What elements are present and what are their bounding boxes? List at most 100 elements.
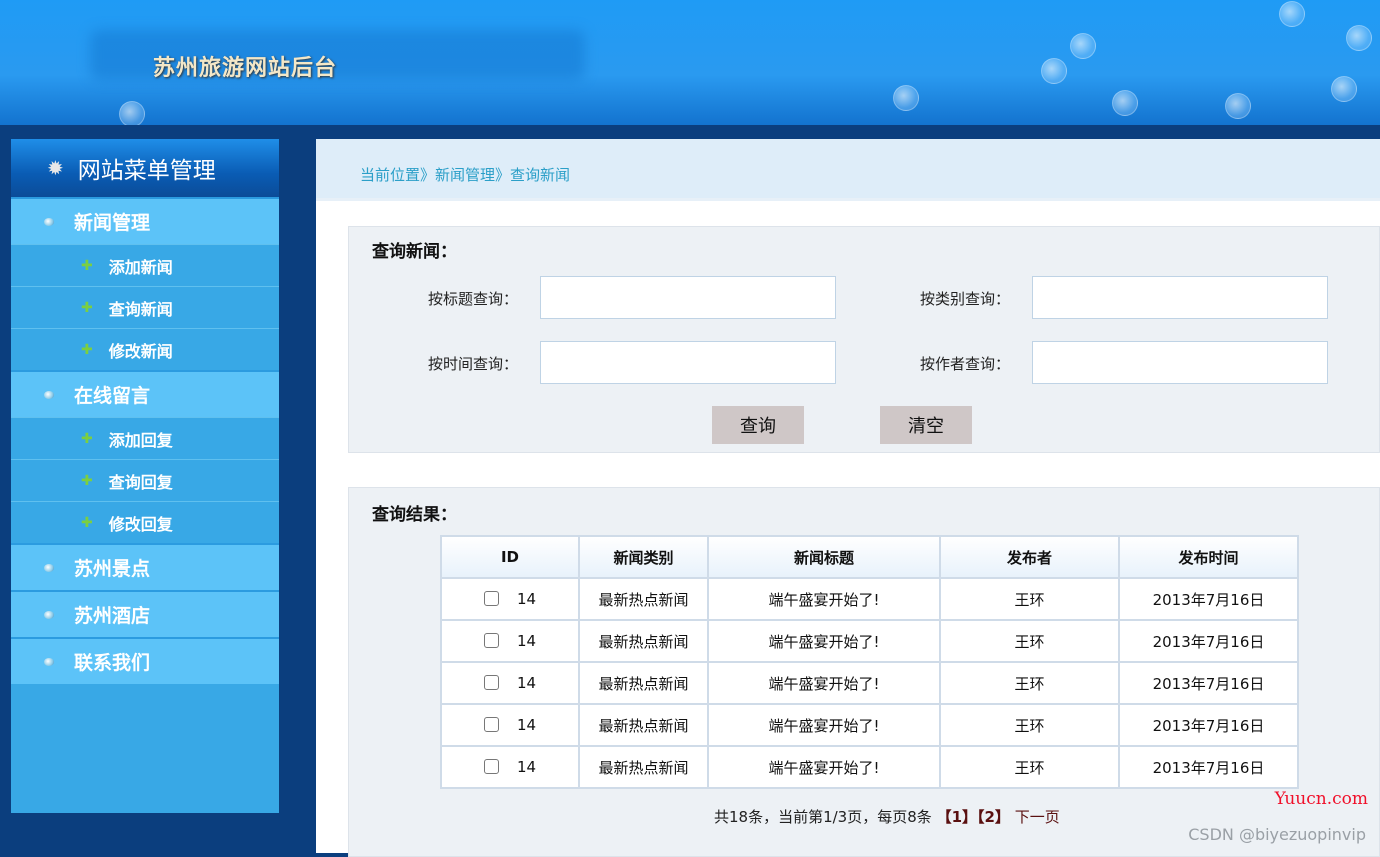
cell-text: 14 (516, 716, 537, 734)
table-cell: 2013年7月16日 (1118, 703, 1299, 747)
table-cell: 王环 (939, 661, 1120, 705)
cell-text: 2013年7月16日 (1152, 674, 1265, 693)
sidebar-item[interactable]: ✚ 查询回复 (11, 459, 279, 501)
sidebar: ✹ 网站菜单管理 新闻管理 ✚ 添加新闻 ✚ 查询新闻 ✚ 修改新闻 在线留言 ✚ 添加回复 ✚ 查询… (11, 139, 279, 813)
row-checkbox[interactable] (483, 633, 499, 648)
table-row: 14 最新热点新闻 端午盛宴开始了! 王环 2013年7月16日 (440, 661, 1299, 705)
cell-text: 最新热点新闻 (598, 716, 689, 735)
bubble-decoration (1112, 90, 1138, 116)
table-row: 14 最新热点新闻 端午盛宴开始了! 王环 2013年7月16日 (440, 745, 1299, 789)
table-cell: 14 (440, 745, 580, 789)
table-cell: 2013年7月16日 (1118, 661, 1299, 705)
header-banner: 苏州旅游网站后台 (0, 0, 1380, 125)
cell-text: 王环 (1014, 674, 1045, 693)
bullet-icon (44, 563, 54, 572)
title-input[interactable] (540, 276, 836, 319)
cell-text: 14 (516, 632, 537, 650)
query-panel: 查询新闻： 按标题查询： 按类别查询： 按时间查询： 按作者查询： 查询 清空 (348, 226, 1380, 453)
gear-icon: ✹ (47, 156, 64, 180)
breadcrumb: 当前位置》新闻管理》查询新闻 (316, 139, 1380, 201)
plus-icon: ✚ (81, 472, 93, 489)
table-cell: 端午盛宴开始了! (707, 745, 941, 789)
plus-icon: ✚ (81, 430, 93, 447)
time-input[interactable] (540, 341, 836, 384)
sidebar-item[interactable]: ✚ 添加回复 (11, 417, 279, 459)
sidebar-item-label: 修改回复 (108, 514, 173, 534)
table-cell: 2013年7月16日 (1118, 745, 1299, 789)
csdn-watermark: CSDN @biyezuopinvip (1188, 825, 1366, 844)
plus-icon: ✚ (81, 299, 93, 316)
search-button[interactable]: 查询 (712, 406, 804, 444)
sidebar-item[interactable]: 苏州酒店 (11, 590, 279, 637)
category-label: 按类别查询： (920, 290, 1011, 308)
sidebar-item-label: 查询新闻 (108, 299, 173, 319)
sidebar-item-label: 在线留言 (74, 385, 151, 407)
sidebar-item-label: 查询回复 (108, 472, 173, 492)
page-1-link[interactable]: 【1】 (937, 808, 977, 826)
bullet-icon (44, 390, 54, 399)
sidebar-item[interactable]: 联系我们 (11, 637, 279, 684)
sidebar-item-label: 苏州景点 (74, 558, 151, 580)
pagination: 共18条，当前第1/3页，每页8条 【1】【2】 下一页 (714, 808, 1074, 826)
pager-summary: 共18条，当前第1/3页，每页8条 (714, 808, 932, 826)
sidebar-item[interactable]: ✚ 修改新闻 (11, 328, 279, 370)
bubble-decoration (1041, 58, 1067, 84)
category-input[interactable] (1032, 276, 1328, 319)
results-title: 查询结果： (372, 505, 457, 525)
bubble-decoration (1346, 25, 1372, 51)
sidebar-item-label: 苏州酒店 (74, 605, 151, 627)
table-cell: 王环 (939, 703, 1120, 747)
row-checkbox[interactable] (483, 759, 499, 774)
sidebar-item-label: 修改新闻 (108, 341, 173, 361)
sidebar-item[interactable]: ✚ 添加新闻 (11, 244, 279, 286)
column-header: 发布时间 (1118, 535, 1299, 579)
cell-text: 王环 (1014, 590, 1045, 609)
table-cell: 端午盛宴开始了! (707, 703, 941, 747)
author-input[interactable] (1032, 341, 1328, 384)
column-header: 发布者 (939, 535, 1120, 579)
plus-icon: ✚ (81, 341, 93, 358)
site-title: 苏州旅游网站后台 (153, 56, 338, 81)
cell-text: 端午盛宴开始了! (768, 758, 880, 777)
table-cell: 最新热点新闻 (578, 619, 709, 663)
bubble-decoration (1070, 33, 1096, 59)
cell-text: 最新热点新闻 (598, 632, 689, 651)
cell-text: 王环 (1014, 632, 1045, 651)
table-cell: 王环 (939, 619, 1120, 663)
sidebar-item[interactable]: 在线留言 (11, 370, 279, 417)
table-cell: 端午盛宴开始了! (707, 661, 941, 705)
table-cell: 2013年7月16日 (1118, 577, 1299, 621)
bubble-decoration (893, 85, 919, 111)
row-checkbox[interactable] (483, 717, 499, 732)
table-row: 14 最新热点新闻 端午盛宴开始了! 王环 2013年7月16日 (440, 577, 1299, 621)
sidebar-item[interactable]: ✚ 查询新闻 (11, 286, 279, 328)
bubble-decoration (1225, 93, 1251, 119)
table-cell: 端午盛宴开始了! (707, 577, 941, 621)
column-header: ID (440, 535, 580, 579)
sidebar-item-label: 新闻管理 (74, 212, 151, 234)
sidebar-item-label: 联系我们 (74, 652, 151, 674)
clear-button[interactable]: 清空 (880, 406, 972, 444)
cell-text: 14 (516, 758, 537, 776)
sidebar-item[interactable]: ✚ 修改回复 (11, 501, 279, 543)
row-checkbox[interactable] (483, 591, 499, 606)
cell-text: 端午盛宴开始了! (768, 590, 880, 609)
title-label: 按标题查询： (428, 290, 519, 308)
table-cell: 最新热点新闻 (578, 661, 709, 705)
table-cell: 王环 (939, 577, 1120, 621)
cell-text: 2013年7月16日 (1152, 716, 1265, 735)
table-cell: 14 (440, 577, 580, 621)
cell-text: 端午盛宴开始了! (768, 632, 880, 651)
query-title: 查询新闻： (372, 242, 457, 262)
cell-text: 2013年7月16日 (1152, 632, 1265, 651)
results-panel: 查询结果： ID 新闻类别 新闻标题 发布者 发布时间 14 最新热点新闻 端午盛宴开始了!… (348, 487, 1380, 857)
author-label: 按作者查询： (920, 355, 1011, 373)
page-2-link[interactable]: 【2】 (977, 808, 1010, 826)
row-checkbox[interactable] (483, 675, 499, 690)
next-page-link[interactable]: 下一页 (1015, 808, 1060, 826)
bubble-decoration (119, 101, 145, 125)
bullet-icon (44, 657, 54, 666)
sidebar-item[interactable]: 新闻管理 (11, 197, 279, 244)
sidebar-item[interactable]: 苏州景点 (11, 543, 279, 590)
sidebar-title: 网站菜单管理 (77, 158, 216, 184)
